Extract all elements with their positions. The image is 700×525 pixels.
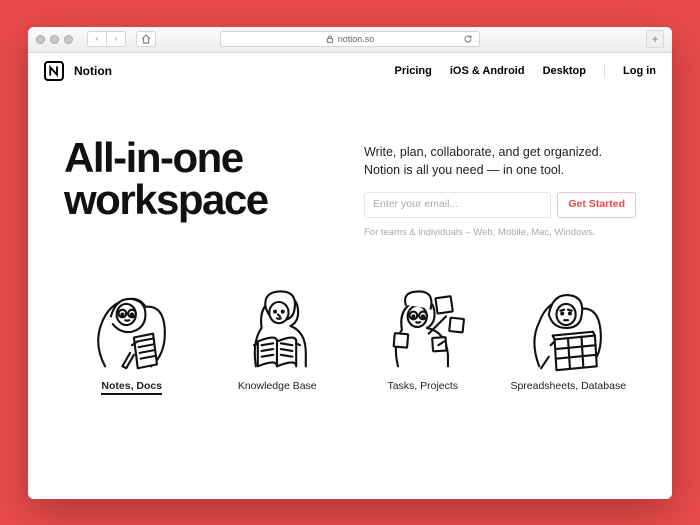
notion-logo-icon — [44, 61, 64, 81]
nav-pricing[interactable]: Pricing — [395, 65, 432, 77]
illustration-tasks — [375, 278, 471, 374]
nav-login[interactable]: Log in — [623, 65, 656, 77]
tagline-line1: Write, plan, collaborate, and get organi… — [364, 143, 636, 162]
nav-desktop[interactable]: Desktop — [543, 65, 586, 77]
email-input[interactable]: Enter your email... — [364, 192, 551, 218]
close-icon[interactable] — [36, 35, 45, 44]
hero: All-in-one workspace Write, plan, collab… — [28, 89, 672, 251]
home-icon — [141, 34, 151, 44]
back-button[interactable]: ‹ — [87, 31, 107, 47]
url-bar[interactable]: notion.so — [220, 31, 480, 47]
feature-label: Tasks, Projects — [387, 380, 458, 392]
feature-label: Notes, Docs — [101, 380, 162, 395]
hero-heading: All-in-one workspace — [64, 137, 344, 223]
feature-label: Knowledge Base — [238, 380, 317, 392]
illustration-notes — [84, 278, 180, 374]
new-tab-button[interactable]: + — [646, 30, 664, 48]
nav-buttons: ‹ › — [87, 31, 126, 47]
feature-notes-docs[interactable]: Notes, Docs — [64, 278, 200, 395]
email-placeholder: Enter your email... — [373, 197, 458, 213]
feature-spreadsheets-database[interactable]: Spreadsheets, Database — [501, 278, 637, 395]
signup-row: Enter your email... Get Started — [364, 192, 636, 218]
top-nav: Pricing iOS & Android Desktop Log in — [395, 65, 656, 77]
site-header: Notion Pricing iOS & Android Desktop Log… — [28, 53, 672, 89]
home-button[interactable] — [136, 31, 156, 47]
lock-icon — [326, 35, 334, 43]
hero-copy: Write, plan, collaborate, and get organi… — [364, 137, 636, 241]
feature-tasks-projects[interactable]: Tasks, Projects — [355, 278, 491, 395]
traffic-lights — [36, 35, 73, 44]
nav-divider — [604, 65, 605, 77]
features-row: Notes, Docs — [28, 250, 672, 405]
feature-label: Spreadsheets, Database — [510, 380, 626, 392]
hero-title-line1: All-in-one — [64, 137, 344, 180]
illustration-database — [520, 278, 616, 374]
browser-window: ‹ › notion.so + Notion Pricing iOS & And… — [28, 27, 672, 499]
illustration-knowledge — [229, 278, 325, 374]
get-started-button[interactable]: Get Started — [557, 192, 636, 218]
hero-subtext: For teams & individuals – Web, Mobile, M… — [364, 226, 636, 240]
nav-mobile[interactable]: iOS & Android — [450, 65, 525, 77]
tagline-line2: Notion is all you need — in one tool. — [364, 161, 636, 180]
cta-label: Get Started — [568, 197, 625, 213]
browser-chrome: ‹ › notion.so + — [28, 27, 672, 53]
refresh-icon[interactable] — [464, 35, 473, 44]
hero-title-line2: workspace — [64, 179, 344, 222]
page-content: Notion Pricing iOS & Android Desktop Log… — [28, 53, 672, 499]
brand-name: Notion — [74, 64, 112, 78]
url-text: notion.so — [338, 34, 375, 44]
feature-knowledge-base[interactable]: Knowledge Base — [210, 278, 346, 395]
minimize-icon[interactable] — [50, 35, 59, 44]
maximize-icon[interactable] — [64, 35, 73, 44]
forward-button[interactable]: › — [106, 31, 126, 47]
